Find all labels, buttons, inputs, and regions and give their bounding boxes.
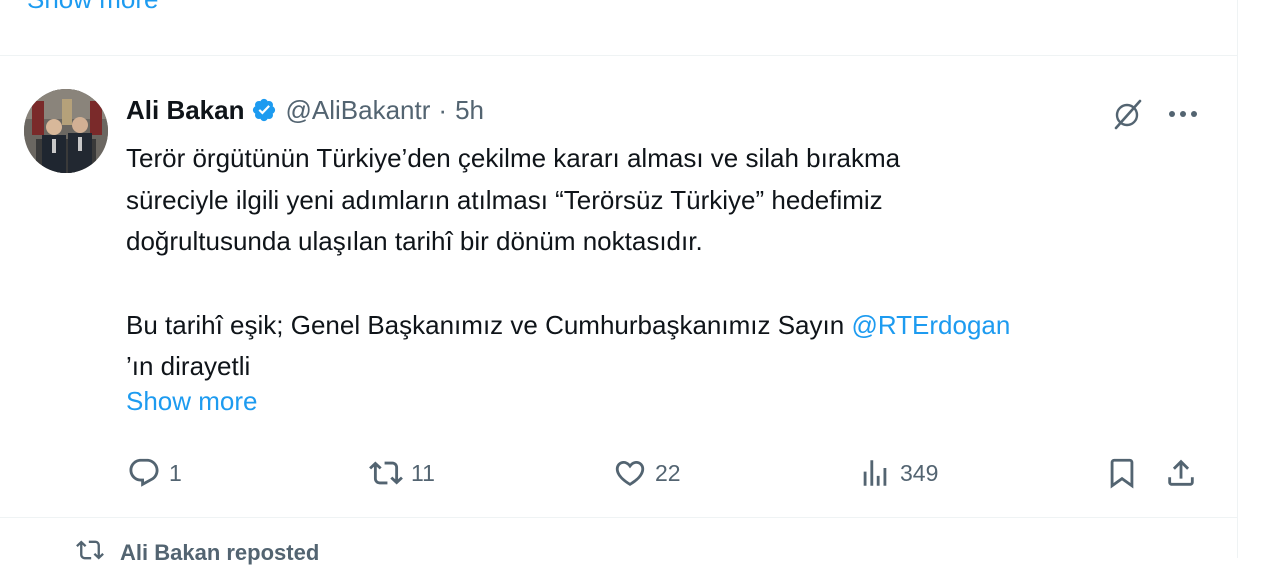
like-count: 22 — [655, 459, 681, 486]
repost-count: 11 — [411, 459, 435, 486]
more-icon[interactable] — [1162, 93, 1204, 135]
avatar-photo — [24, 89, 108, 173]
repost-icon — [369, 456, 403, 490]
show-more-link[interactable]: Show more — [126, 386, 258, 417]
like-button[interactable]: 22 — [613, 452, 681, 494]
previous-post-show-more-link[interactable]: Show more — [27, 0, 159, 15]
post-divider — [0, 55, 1237, 56]
bookmark-button[interactable] — [1105, 452, 1139, 494]
reply-count: 1 — [169, 459, 182, 486]
reposted-by-label[interactable]: Ali Bakan reposted — [120, 540, 319, 566]
post-text-line: süreciyle ilgili yeni adımların atılması… — [126, 184, 883, 215]
views-count: 349 — [900, 459, 939, 486]
post-text: Terör örgütünün Türkiye’den çekilme kara… — [126, 138, 1211, 388]
grok-icon[interactable] — [1107, 93, 1149, 135]
verified-badge-icon[interactable] — [251, 97, 277, 123]
post-text-line: doğrultusunda ulaşılan tarihî bir dönüm … — [126, 226, 703, 256]
bookmark-icon — [1105, 456, 1139, 490]
author-handle[interactable]: @AliBakantr — [286, 95, 431, 126]
post-actions: 1 11 22 349 — [0, 452, 1237, 494]
post-divider — [0, 517, 1237, 518]
views-icon — [858, 456, 892, 490]
post-text-line: ’ın dirayetli — [126, 351, 251, 381]
post-text-segment: Bu tarihî eşik; Genel Başkanımız ve Cumh… — [126, 309, 852, 340]
repost-button[interactable]: 11 — [369, 452, 435, 494]
separator-dot: · — [438, 94, 448, 125]
timeline-feed: Show more Ali Bakan — [0, 0, 1238, 565]
views-button[interactable]: 349 — [858, 452, 938, 494]
reply-icon — [127, 456, 161, 490]
mention-link[interactable]: @RTErdogan — [851, 310, 1010, 340]
post-header: Ali Bakan @AliBakantr · 5h — [126, 92, 484, 128]
post-text-line: Bu tarihî eşik; Genel Başkanımız ve Cumh… — [126, 305, 1211, 347]
reply-button[interactable]: 1 — [127, 452, 182, 494]
author-name[interactable]: Ali Bakan — [126, 95, 245, 126]
post-time[interactable]: 5h — [455, 95, 484, 126]
repost-context: Ali Bakan reposted — [76, 536, 319, 570]
share-button[interactable] — [1164, 452, 1198, 494]
post-text-line: Terör örgütünün Türkiye’den çekilme kara… — [126, 143, 901, 173]
repost-context-icon — [76, 536, 104, 570]
share-icon — [1164, 456, 1198, 490]
avatar[interactable] — [24, 89, 108, 173]
heart-icon — [613, 456, 647, 490]
